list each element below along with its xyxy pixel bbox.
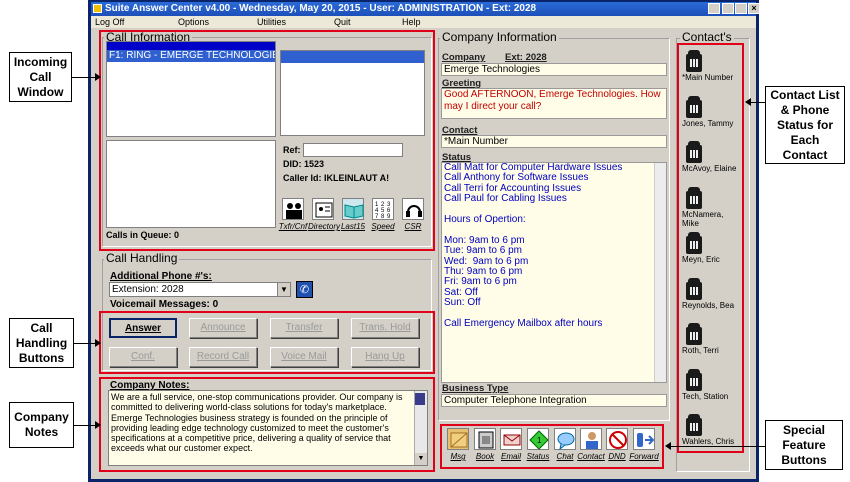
maximize-icon[interactable]: [735, 3, 747, 14]
company-label: Company: [442, 52, 486, 63]
call-handling-title: Call Handling: [104, 251, 180, 265]
contacts-highlight: [677, 43, 744, 453]
company-info-title: Company Information: [440, 30, 559, 44]
menu-options[interactable]: Options: [178, 16, 209, 28]
business-type-field: Computer Telephone Integration: [441, 394, 667, 407]
callout-contacts-arrow: [745, 98, 751, 106]
status-line: Call Paul for Cabling Issues: [444, 193, 567, 205]
status-line: Call Emergency Mailbox after hours: [444, 317, 603, 329]
callout-incoming-call: Incoming Call Window: [9, 52, 72, 102]
callout-handling-arrow: [95, 339, 101, 347]
restore-icon[interactable]: [708, 3, 720, 14]
chevron-down-icon[interactable]: ▼: [277, 283, 290, 296]
callout-special-buttons: Special Feature Buttons: [765, 420, 843, 470]
call-handling-highlight: [99, 311, 435, 374]
ext-label: Ext: 2028: [505, 52, 547, 63]
callout-contact-list: Contact List & Phone Status for Each Con…: [765, 86, 845, 164]
callout-special-arrow: [665, 442, 671, 450]
close-icon[interactable]: ×: [748, 3, 760, 14]
company-notes-highlight: [99, 377, 435, 472]
additional-phone-label: Additional Phone #'s:: [110, 271, 212, 282]
status-line: Tue: 9am to 6 pm: [444, 245, 522, 257]
menu-utilities[interactable]: Utilities: [257, 16, 286, 28]
contacts-title: Contact's: [680, 30, 734, 44]
incoming-call-highlight: [99, 30, 435, 251]
menu-quit[interactable]: Quit: [334, 16, 351, 28]
menu-bar: Log Off Options Utilities Quit Help: [91, 16, 756, 28]
menu-log-off[interactable]: Log Off: [95, 16, 124, 28]
status-line: Sun: Off: [444, 297, 481, 309]
minimize-icon[interactable]: [722, 3, 734, 14]
dial-phone-icon[interactable]: ✆: [296, 281, 313, 298]
contact-field: *Main Number: [441, 135, 667, 148]
status-line: Hours of Opertion:: [444, 213, 526, 225]
greeting-field: Good AFTERNOON, Emerge Technologies. How…: [441, 88, 667, 119]
callout-notes-arrow: [95, 421, 101, 429]
status-scrollbar[interactable]: [654, 163, 666, 382]
extension-select[interactable]: Extension: 2028 ▼: [109, 282, 291, 297]
extension-value: Extension: 2028: [112, 284, 184, 295]
app-icon: [93, 4, 102, 13]
company-field: Emerge Technologies: [441, 63, 667, 76]
callout-incoming-arrow: [95, 73, 101, 81]
callout-call-handling: Call Handling Buttons: [9, 318, 74, 368]
menu-help[interactable]: Help: [402, 16, 421, 28]
status-field: Call Matt for Computer Hardware Issues Ca…: [441, 162, 667, 383]
callout-company-notes: Company Notes: [9, 402, 74, 448]
window-title: Suite Answer Center v4.00 - Wednesday, M…: [105, 3, 537, 14]
voicemail-messages: Voicemail Messages: 0: [110, 299, 219, 310]
title-bar: Suite Answer Center v4.00 - Wednesday, M…: [91, 2, 760, 16]
callout-special-line: [668, 446, 765, 447]
special-buttons-highlight: [440, 424, 664, 469]
business-type-label: Business Type: [442, 383, 509, 394]
